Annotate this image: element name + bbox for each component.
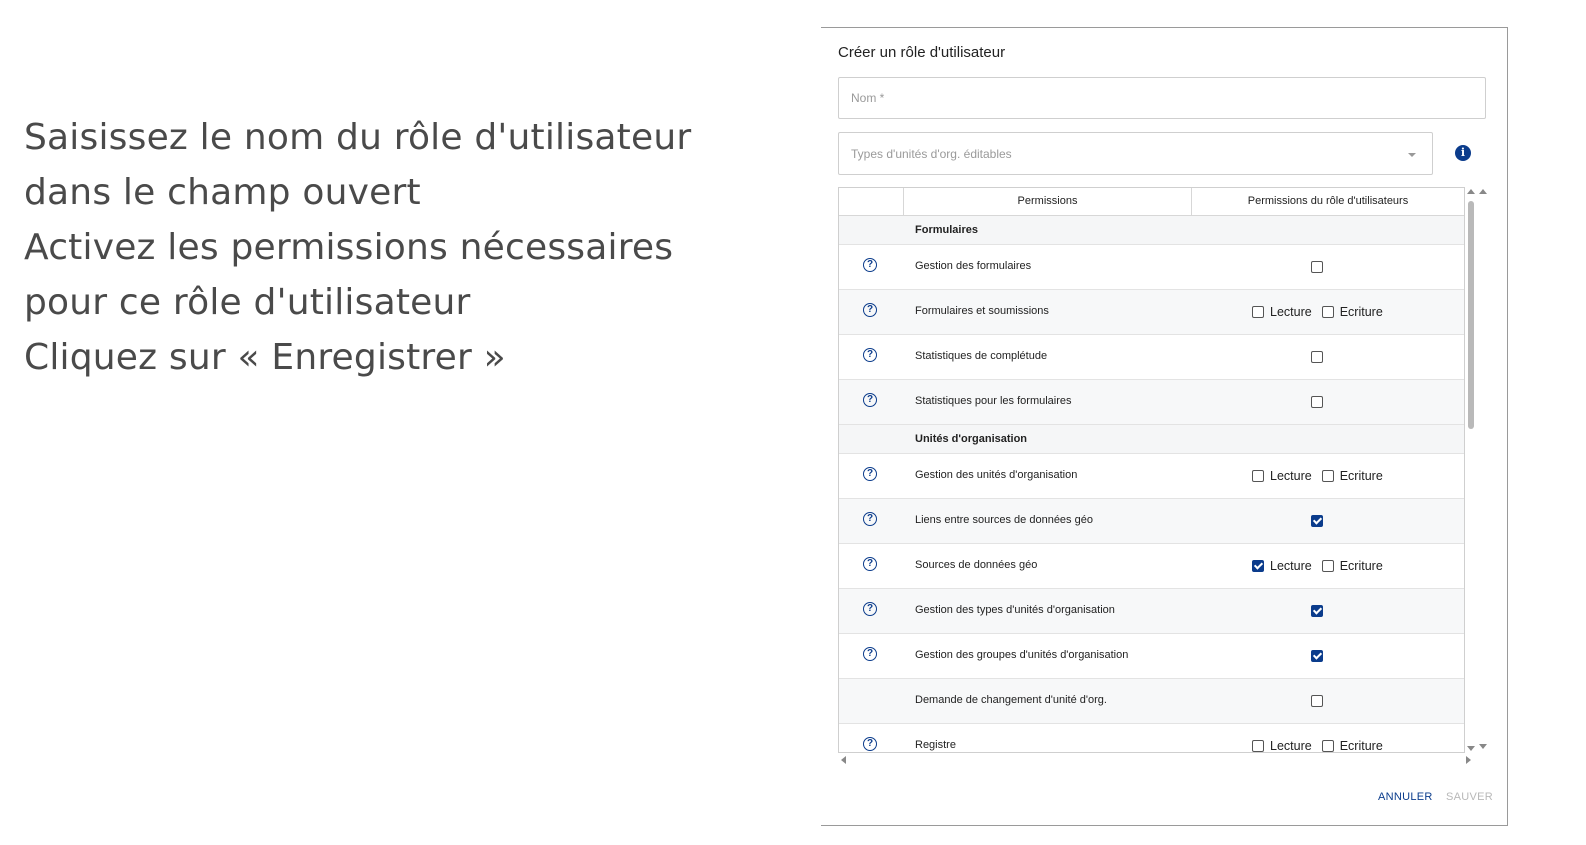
- table-row: ? Registre Lecture Ecriture: [839, 724, 1464, 753]
- scroll-right-icon[interactable]: [1466, 756, 1471, 764]
- read-checkbox[interactable]: [1252, 469, 1264, 482]
- permission-label: Statistiques de complétude: [915, 350, 1048, 362]
- name-input[interactable]: Nom *: [838, 77, 1486, 119]
- write-checkbox[interactable]: [1321, 305, 1334, 318]
- read-label: Lecture: [1270, 738, 1312, 753]
- table-row: ? Statistiques de complétude: [839, 335, 1464, 380]
- chevron-down-icon: [1408, 153, 1416, 157]
- table-row: ? Gestion des formulaires: [839, 245, 1464, 290]
- help-icon[interactable]: ?: [863, 348, 877, 362]
- read-checkbox[interactable]: [1252, 739, 1264, 752]
- save-button[interactable]: SAUVER: [1446, 791, 1493, 803]
- read-checkbox[interactable]: [1252, 559, 1264, 572]
- read-write-group: Lecture Ecriture: [1252, 558, 1393, 573]
- instruction-line-3: Cliquez sur « Enregistrer »: [24, 337, 506, 378]
- write-label: Ecriture: [1339, 468, 1383, 483]
- help-icon[interactable]: ?: [863, 467, 877, 481]
- help-icon[interactable]: ?: [863, 512, 877, 526]
- permission-checkbox[interactable]: [1311, 351, 1323, 363]
- permission-checkbox[interactable]: [1311, 515, 1323, 527]
- write-checkbox[interactable]: [1321, 469, 1334, 482]
- create-user-role-dialog: Créer un rôle d'utilisateur Nom * Types …: [821, 27, 1508, 826]
- read-label: Lecture: [1270, 558, 1312, 573]
- outer-scroll-down-icon[interactable]: [1479, 744, 1487, 749]
- scrollbar-thumb[interactable]: [1468, 201, 1474, 429]
- table-row: ? Gestion des unités d'organisation Lectur…: [839, 454, 1464, 499]
- table-row: ? Gestion des types d'unités d'organisati…: [839, 589, 1464, 634]
- permission-label: Gestion des groupes d'unités d'organisat…: [915, 649, 1129, 661]
- table-row: Demande de changement d'unité d'org.: [839, 679, 1464, 724]
- instructions-text: Saisissez le nom du rôle d'utilisateur d…: [24, 110, 764, 385]
- cancel-button[interactable]: ANNULER: [1378, 791, 1433, 803]
- types-placeholder: Types d'unités d'org. éditables: [851, 147, 1012, 161]
- dialog-title: Créer un rôle d'utilisateur: [838, 44, 1006, 61]
- horizontal-scrollbar[interactable]: [838, 755, 1474, 765]
- permission-label: Gestion des formulaires: [915, 260, 1032, 272]
- header-permissions: Permissions: [904, 188, 1192, 215]
- permission-checkbox[interactable]: [1311, 695, 1323, 707]
- read-write-group: Lecture Ecriture: [1252, 738, 1393, 753]
- read-write-group: Lecture Ecriture: [1252, 468, 1393, 483]
- help-icon[interactable]: ?: [863, 602, 877, 616]
- table-row: ? Gestion des groupes d'unités d'organisa…: [839, 634, 1464, 679]
- help-icon[interactable]: ?: [863, 303, 877, 317]
- read-write-group: Lecture Ecriture: [1252, 304, 1393, 319]
- table-row: ? Formulaires et soumissions Lecture Ecritu…: [839, 290, 1464, 335]
- info-icon[interactable]: i: [1455, 145, 1471, 161]
- help-icon[interactable]: ?: [863, 557, 877, 571]
- permissions-table: Permissions Permissions du rôle d'utilis…: [838, 187, 1465, 753]
- read-label: Lecture: [1270, 468, 1312, 483]
- write-label: Ecriture: [1339, 738, 1383, 753]
- permission-label: Registre: [915, 739, 956, 751]
- permission-label: Liens entre sources de données géo: [915, 514, 1093, 526]
- table-row: ? Statistiques pour les formulaires: [839, 380, 1464, 425]
- header-role-permissions: Permissions du rôle d'utilisateurs: [1247, 195, 1409, 207]
- help-icon[interactable]: ?: [863, 393, 877, 407]
- read-label: Lecture: [1270, 304, 1312, 319]
- section-header: Unités d'organisation: [839, 425, 1464, 454]
- header-help-col: [839, 188, 904, 215]
- permission-label: Sources de données géo: [915, 559, 1038, 571]
- table-row: ? Liens entre sources de données géo: [839, 499, 1464, 544]
- editable-org-unit-types-select[interactable]: Types d'unités d'org. éditables: [838, 132, 1433, 175]
- help-icon[interactable]: ?: [863, 258, 877, 272]
- scroll-left-icon[interactable]: [841, 756, 846, 764]
- help-icon[interactable]: ?: [863, 737, 877, 751]
- help-icon[interactable]: ?: [863, 647, 877, 661]
- permission-label: Formulaires et soumissions: [915, 305, 1049, 317]
- permission-label: Gestion des types d'unités d'organisatio…: [915, 604, 1115, 616]
- instruction-line-1: Saisissez le nom du rôle d'utilisateur d…: [24, 117, 692, 213]
- write-label: Ecriture: [1339, 558, 1383, 573]
- permission-checkbox[interactable]: [1311, 396, 1323, 408]
- outer-scroll-up-icon[interactable]: [1479, 189, 1487, 194]
- scroll-up-icon[interactable]: [1467, 189, 1475, 194]
- permission-checkbox[interactable]: [1311, 261, 1323, 273]
- section-header: Formulaires: [839, 216, 1464, 245]
- write-checkbox[interactable]: [1321, 739, 1334, 752]
- table-body: Formulaires? Gestion des formulaires? Form…: [839, 216, 1464, 753]
- permission-checkbox[interactable]: [1311, 605, 1323, 617]
- read-checkbox[interactable]: [1252, 305, 1264, 318]
- permission-label: Demande de changement d'unité d'org.: [915, 694, 1107, 706]
- instruction-line-2: Activez les permissions nécessaires pour…: [24, 227, 674, 323]
- vertical-scrollbar[interactable]: [1466, 187, 1478, 753]
- write-label: Ecriture: [1339, 304, 1383, 319]
- permission-label: Gestion des unités d'organisation: [915, 469, 1078, 481]
- table-row: ? Sources de données géo Lecture Ecriture: [839, 544, 1464, 589]
- permission-label: Statistiques pour les formulaires: [915, 395, 1072, 407]
- permission-checkbox[interactable]: [1311, 650, 1323, 662]
- scroll-down-icon[interactable]: [1467, 746, 1475, 751]
- write-checkbox[interactable]: [1321, 559, 1334, 572]
- name-placeholder: Nom *: [851, 91, 885, 105]
- table-header: Permissions Permissions du rôle d'utilis…: [839, 188, 1464, 216]
